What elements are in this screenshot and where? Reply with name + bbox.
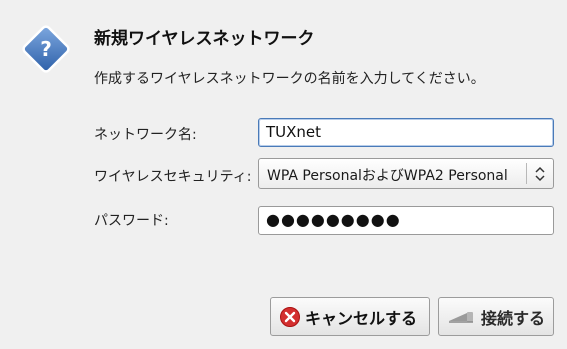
password-label: パスワード: bbox=[94, 213, 169, 229]
cancel-button[interactable]: キャンセルする bbox=[270, 297, 430, 336]
dialog-instructions: 作成するワイヤレスネットワークの名前を入力してください。 bbox=[94, 71, 485, 87]
wireless-security-value: WPA PersonalおよびWPA2 Personal bbox=[267, 168, 508, 184]
cancel-x-icon bbox=[280, 306, 300, 327]
new-wireless-network-dialog: ? 新規ワイヤレスネットワーク 作成するワイヤレスネットワークの名前を入力してく… bbox=[0, 0, 567, 349]
wireless-security-label: ワイヤレスセキュリティ: bbox=[94, 169, 252, 185]
cancel-button-label: キャンセルする bbox=[305, 308, 418, 328]
svg-text:?: ? bbox=[40, 37, 52, 61]
password-input[interactable]: ●●●●●●●●● bbox=[258, 206, 554, 235]
connect-plug-icon bbox=[449, 311, 473, 323]
question-diamond-icon: ? bbox=[22, 25, 70, 73]
connect-button[interactable]: 接続する bbox=[438, 297, 554, 336]
dialog-title: 新規ワイヤレスネットワーク bbox=[94, 29, 315, 49]
connect-button-label: 接続する bbox=[481, 308, 546, 328]
wireless-security-select[interactable]: WPA PersonalおよびWPA2 Personal bbox=[258, 158, 554, 189]
select-divider bbox=[526, 163, 527, 184]
network-name-input[interactable]: TUXnet bbox=[258, 118, 554, 147]
updown-arrows-icon bbox=[535, 166, 545, 182]
network-name-label: ネットワーク名: bbox=[94, 127, 197, 143]
